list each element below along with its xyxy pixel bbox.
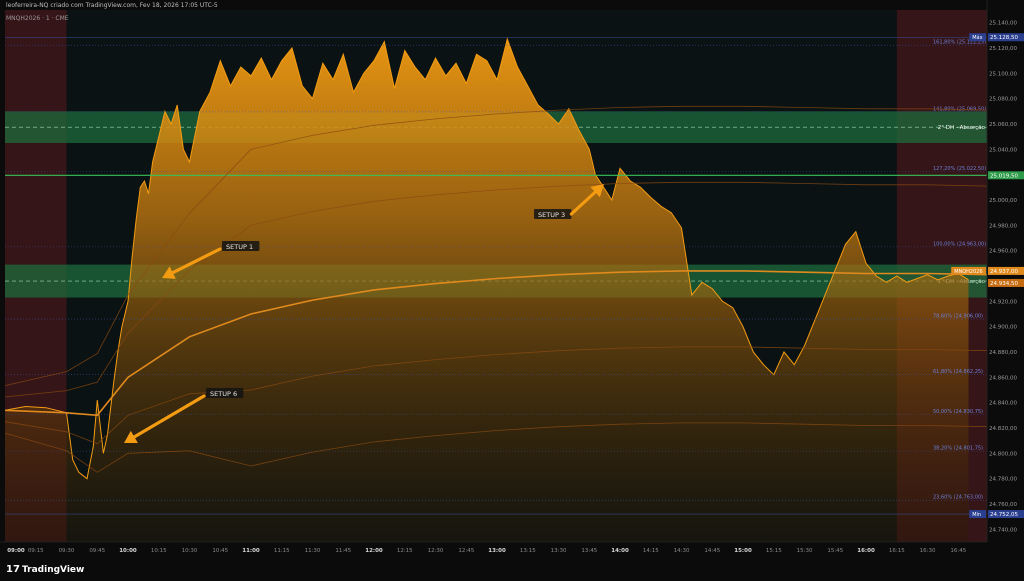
price-badge-tag-label-4: Mín <box>972 511 981 518</box>
price-badge-tag-label-0: Máx <box>972 34 982 41</box>
fib-level-label-8: 23,60% (24.763,00) <box>933 495 983 501</box>
symbol-legend: MNQH2026 · 1 · CME <box>6 15 69 22</box>
time-tick-30: 16:30 <box>920 548 936 554</box>
price-tick-16: 24.780,00 <box>989 477 1017 483</box>
price-tick-11: 24.880,00 <box>989 350 1017 356</box>
time-tick-0: 09:00 <box>7 548 25 554</box>
tradingview-branding[interactable]: 17 TradingView <box>0 562 1024 581</box>
chart-author-line: leoferreira-NQ criado com TradingView.co… <box>6 2 218 9</box>
time-tick-13: 12:15 <box>397 548 413 554</box>
price-tick-9: 24.920,00 <box>989 299 1017 305</box>
price-tick-3: 25.080,00 <box>989 97 1017 103</box>
time-tick-11: 11:45 <box>335 548 351 554</box>
price-tick-15: 24.800,00 <box>989 451 1017 457</box>
tradingview-wordmark: TradingView <box>22 565 85 575</box>
time-tick-21: 14:15 <box>643 548 659 554</box>
fib-level-label-6: 50,00% (24.830,75) <box>933 409 983 415</box>
price-tick-14: 24.820,00 <box>989 426 1017 432</box>
price-badge-value-2: 24.937,00 <box>990 269 1018 275</box>
time-tick-4: 10:00 <box>119 548 137 554</box>
price-tick-12: 24.860,00 <box>989 375 1017 381</box>
time-tick-24: 15:00 <box>734 548 752 554</box>
price-tick-13: 24.840,00 <box>989 401 1017 407</box>
price-badge-value-0: 25.128,50 <box>990 35 1018 41</box>
price-badge-value-1: 25.019,50 <box>990 173 1018 179</box>
time-tick-6: 10:30 <box>182 548 198 554</box>
fib-level-label-4: 78,60% (24.906,00) <box>933 314 983 320</box>
fib-level-label-7: 38,20% (24.801,75) <box>933 446 983 452</box>
time-tick-8: 11:00 <box>242 548 260 554</box>
time-tick-29: 16:15 <box>889 548 905 554</box>
time-tick-18: 13:30 <box>551 548 567 554</box>
time-tick-5: 10:15 <box>151 548 167 554</box>
time-tick-17: 13:15 <box>520 548 536 554</box>
absorption-zone-label-1: 2° DH - Absorção <box>938 125 986 131</box>
time-tick-9: 11:15 <box>274 548 290 554</box>
price-tick-8: 24.960,00 <box>989 249 1017 255</box>
price-tick-1: 25.120,00 <box>989 46 1017 52</box>
price-badge-tag-label-2: MNQH2026 <box>954 269 982 275</box>
setup-label-2: SETUP 3 <box>538 211 565 219</box>
setup-label-3: SETUP 6 <box>210 390 237 398</box>
tradingview-logo-icon: 17 <box>6 564 20 575</box>
price-tick-4: 25.060,00 <box>989 122 1017 128</box>
price-chart[interactable]: 2° DH - Absorção1° DH - Absorção 161,80%… <box>0 0 1024 581</box>
fib-level-label-3: 100,00% (24.963,00) <box>933 241 986 247</box>
time-tick-14: 12:30 <box>428 548 444 554</box>
time-tick-15: 12:45 <box>458 548 474 554</box>
price-badge-value-4: 24.752,05 <box>990 512 1018 518</box>
price-tick-6: 25.000,00 <box>989 198 1017 204</box>
time-tick-16: 13:00 <box>488 548 506 554</box>
time-tick-27: 15:45 <box>827 548 843 554</box>
time-tick-19: 13:45 <box>581 548 597 554</box>
price-tick-0: 25.140,00 <box>989 21 1017 27</box>
fib-level-label-2: 127,20% (25.022,50) <box>933 166 986 172</box>
price-tick-2: 25.100,00 <box>989 71 1017 77</box>
price-tick-10: 24.900,00 <box>989 325 1017 331</box>
time-tick-26: 15:30 <box>797 548 813 554</box>
time-tick-23: 14:45 <box>704 548 720 554</box>
time-tick-10: 11:30 <box>305 548 321 554</box>
time-tick-12: 12:00 <box>365 548 383 554</box>
time-tick-1: 09:15 <box>28 548 44 554</box>
time-tick-2: 09:30 <box>59 548 75 554</box>
price-tick-17: 24.760,00 <box>989 502 1017 508</box>
price-badge-value-3: 24.934,50 <box>990 281 1018 287</box>
setup-label-1: SETUP 1 <box>226 243 253 251</box>
fib-level-label-5: 61,80% (24.862,25) <box>933 369 983 375</box>
tradingview-chart-window: 2° DH - Absorção1° DH - Absorção 161,80%… <box>0 0 1024 581</box>
time-tick-31: 16:45 <box>950 548 966 554</box>
time-tick-20: 14:00 <box>611 548 629 554</box>
price-tick-7: 24.980,00 <box>989 223 1017 229</box>
time-tick-22: 14:30 <box>674 548 690 554</box>
time-tick-25: 15:15 <box>766 548 782 554</box>
time-tick-7: 10:45 <box>212 548 228 554</box>
price-tick-18: 24.740,00 <box>989 527 1017 533</box>
time-tick-3: 09:45 <box>89 548 105 554</box>
price-tick-5: 25.040,00 <box>989 147 1017 153</box>
time-tick-28: 16:00 <box>857 548 875 554</box>
